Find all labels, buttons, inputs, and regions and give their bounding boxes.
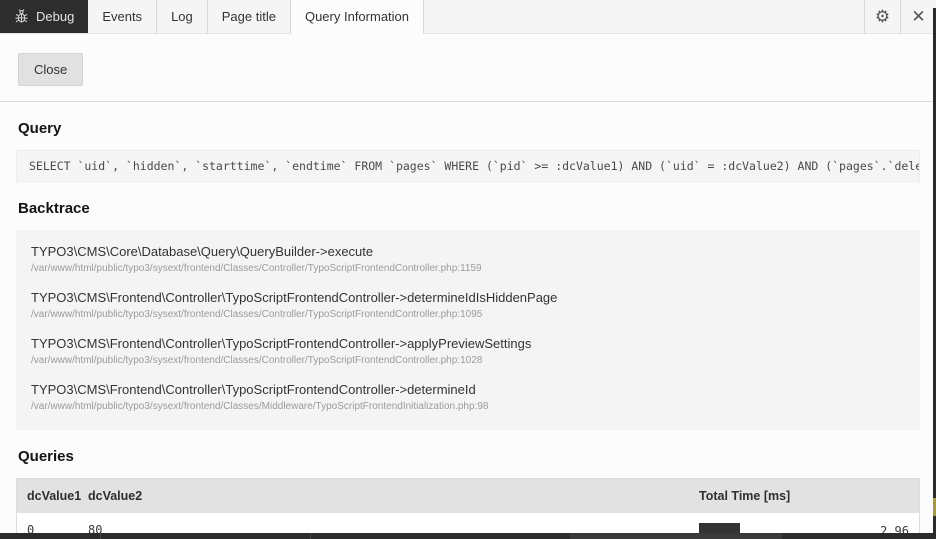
column-header-total-time: Total Time [ms]: [689, 479, 919, 513]
tabbar-spacer: [424, 0, 864, 33]
query-section-title: Query: [18, 120, 920, 137]
bug-icon: [14, 9, 29, 24]
toolbar-divider: [0, 101, 936, 102]
queries-table-header: dcValue1 dcValue2 Total Time [ms]: [17, 479, 919, 513]
panel-close-button[interactable]: ✕: [900, 0, 936, 33]
tab-events-label: Events: [102, 9, 142, 24]
tab-events[interactable]: Events: [88, 0, 157, 33]
backtrace-file: /var/www/html/public/typo3/sysext/fronte…: [31, 355, 905, 366]
bottom-edge-divider: [100, 533, 101, 539]
tab-query-information-label: Query Information: [305, 9, 409, 24]
backtrace-entry: TYPO3\CMS\Frontend\Controller\TypoScript…: [31, 290, 905, 320]
tab-log-label: Log: [171, 9, 193, 24]
backtrace-section: Backtrace TYPO3\CMS\Core\Database\Query\…: [0, 200, 936, 430]
backtrace-entry: TYPO3\CMS\Core\Database\Query\QueryBuild…: [31, 244, 905, 274]
backtrace-file: /var/www/html/public/typo3/sysext/fronte…: [31, 309, 905, 320]
bottom-panel-edge: [0, 533, 936, 539]
admin-panel-tabbar: Debug Events Log Page title Query Inform…: [0, 0, 936, 34]
sql-query-code: SELECT `uid`, `hidden`, `starttime`, `en…: [16, 150, 920, 182]
tab-query-information[interactable]: Query Information: [291, 0, 424, 34]
query-section: Query SELECT `uid`, `hidden`, `starttime…: [0, 120, 936, 182]
bottom-edge-segment: [570, 533, 782, 539]
backtrace-section-title: Backtrace: [18, 200, 920, 217]
queries-table: dcValue1 dcValue2 Total Time [ms] 0 80 2…: [16, 478, 920, 539]
backtrace-function: TYPO3\CMS\Frontend\Controller\TypoScript…: [31, 290, 905, 305]
tab-log[interactable]: Log: [157, 0, 208, 33]
tab-page-title-label: Page title: [222, 9, 276, 24]
close-button[interactable]: Close: [18, 53, 83, 86]
column-header-dcvalue2: dcValue2: [78, 479, 689, 513]
backtrace-file: /var/www/html/public/typo3/sysext/fronte…: [31, 401, 905, 412]
column-header-dcvalue1: dcValue1: [17, 479, 78, 513]
close-icon: ✕: [911, 8, 925, 25]
bottom-edge-divider: [310, 533, 311, 539]
settings-button[interactable]: ⚙: [864, 0, 900, 33]
query-information-module: Close Query SELECT `uid`, `hidden`, `sta…: [0, 34, 936, 539]
backtrace-function: TYPO3\CMS\Frontend\Controller\TypoScript…: [31, 382, 905, 397]
backtrace-file: /var/www/html/public/typo3/sysext/fronte…: [31, 263, 905, 274]
backtrace-function: TYPO3\CMS\Frontend\Controller\TypoScript…: [31, 336, 905, 351]
backtrace-entry: TYPO3\CMS\Frontend\Controller\TypoScript…: [31, 336, 905, 366]
backtrace-entry: TYPO3\CMS\Frontend\Controller\TypoScript…: [31, 382, 905, 412]
queries-section: Queries dcValue1 dcValue2 Total Time [ms…: [0, 448, 936, 539]
tab-debug[interactable]: Debug: [0, 0, 88, 33]
tab-debug-label: Debug: [36, 9, 74, 24]
queries-section-title: Queries: [18, 448, 920, 465]
backtrace-panel: TYPO3\CMS\Core\Database\Query\QueryBuild…: [16, 230, 920, 430]
backtrace-function: TYPO3\CMS\Core\Database\Query\QueryBuild…: [31, 244, 905, 259]
gear-icon: ⚙: [875, 8, 890, 25]
tab-page-title[interactable]: Page title: [208, 0, 291, 33]
